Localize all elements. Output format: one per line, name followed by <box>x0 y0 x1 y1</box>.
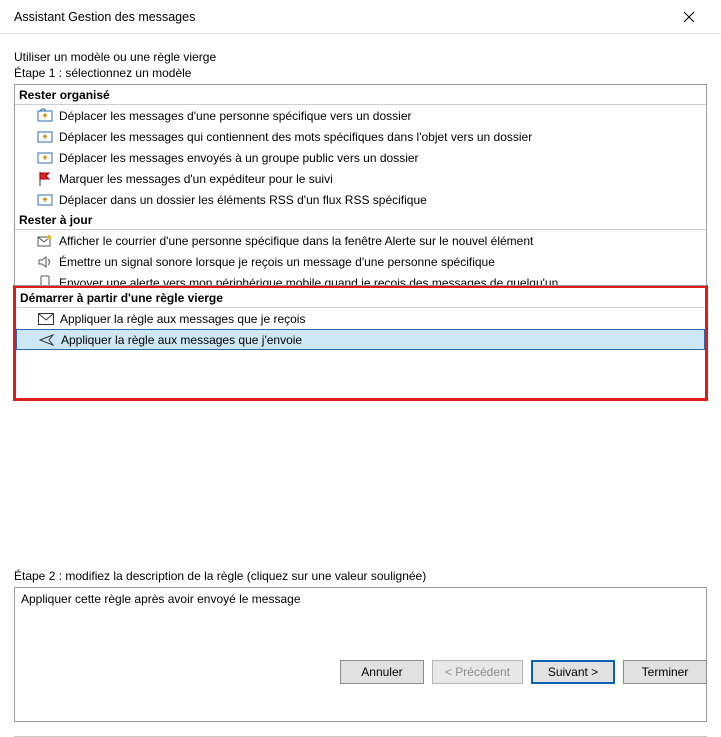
finish-button[interactable]: Terminer <box>623 660 707 684</box>
cancel-button-label: Annuler <box>361 665 402 679</box>
sound-icon <box>37 254 53 270</box>
template-item[interactable]: Marquer les messages d'un expéditeur pou… <box>15 168 706 189</box>
step2-label: Étape 2 : modifiez la description de la … <box>14 569 707 583</box>
mail-star-icon <box>37 233 53 249</box>
envelope-icon <box>38 311 54 327</box>
blank-rule-callout: Démarrer à partir d'une règle vierge App… <box>13 285 708 401</box>
close-button[interactable] <box>667 2 711 32</box>
next-button[interactable]: Suivant > <box>531 660 615 684</box>
back-button: < Précédent <box>432 660 523 684</box>
template-item[interactable]: Déplacer dans un dossier les éléments RS… <box>15 189 706 210</box>
template-item-label: Afficher le courrier d'une personne spéc… <box>59 234 533 248</box>
template-item-label: Déplacer les messages envoyés à un group… <box>59 151 419 165</box>
button-bar: Annuler < Précédent Suivant > Terminer <box>340 660 707 684</box>
title-bar: Assistant Gestion des messages <box>0 0 721 34</box>
move-folder-icon <box>37 150 53 166</box>
section-header-uptodate: Rester à jour <box>15 210 706 230</box>
move-folder-icon <box>37 129 53 145</box>
mobile-alert-icon <box>37 275 53 287</box>
intro-text: Utiliser un modèle ou une règle vierge <box>14 50 707 64</box>
template-item-label: Déplacer dans un dossier les éléments RS… <box>59 193 427 207</box>
template-item-label: Appliquer la règle aux messages que j'en… <box>61 333 302 347</box>
template-item[interactable]: Déplacer les messages d'une personne spé… <box>15 105 706 126</box>
template-item-label: Déplacer les messages d'une personne spé… <box>59 109 412 123</box>
rule-description-text: Appliquer cette règle après avoir envoyé… <box>21 592 301 606</box>
template-item[interactable]: Envoyer une alerte vers mon périphérique… <box>15 272 706 286</box>
template-item[interactable]: Déplacer les messages envoyés à un group… <box>15 147 706 168</box>
flag-icon <box>37 171 53 187</box>
rss-folder-icon <box>37 192 53 208</box>
template-item-label: Déplacer les messages qui contiennent de… <box>59 130 532 144</box>
templates-panel: Rester organisé Déplacer les messages d'… <box>14 84 707 286</box>
section-header-organized: Rester organisé <box>15 85 706 105</box>
template-item-send[interactable]: Appliquer la règle aux messages que j'en… <box>16 329 705 350</box>
description-panel[interactable]: Appliquer cette règle après avoir envoyé… <box>14 587 707 722</box>
template-item[interactable]: Afficher le courrier d'une personne spéc… <box>15 230 706 251</box>
send-arrow-icon <box>39 332 55 348</box>
close-icon <box>683 11 695 23</box>
back-button-label: < Précédent <box>445 665 510 679</box>
section-header-blank: Démarrer à partir d'une règle vierge <box>16 288 705 308</box>
move-folder-icon <box>37 108 53 124</box>
window-title: Assistant Gestion des messages <box>14 10 195 24</box>
template-item-receive[interactable]: Appliquer la règle aux messages que je r… <box>16 308 705 329</box>
template-item-label: Émettre un signal sonore lorsque je reço… <box>59 255 495 269</box>
template-item[interactable]: Émettre un signal sonore lorsque je reço… <box>15 251 706 272</box>
template-item-label: Envoyer une alerte vers mon périphérique… <box>59 276 558 287</box>
template-item-label: Appliquer la règle aux messages que je r… <box>60 312 305 326</box>
cancel-button[interactable]: Annuler <box>340 660 424 684</box>
step1-label: Étape 1 : sélectionnez un modèle <box>14 66 707 80</box>
finish-button-label: Terminer <box>642 665 689 679</box>
template-item[interactable]: Déplacer les messages qui contiennent de… <box>15 126 706 147</box>
next-button-label: Suivant > <box>548 665 598 679</box>
template-item-label: Marquer les messages d'un expéditeur pou… <box>59 172 333 186</box>
